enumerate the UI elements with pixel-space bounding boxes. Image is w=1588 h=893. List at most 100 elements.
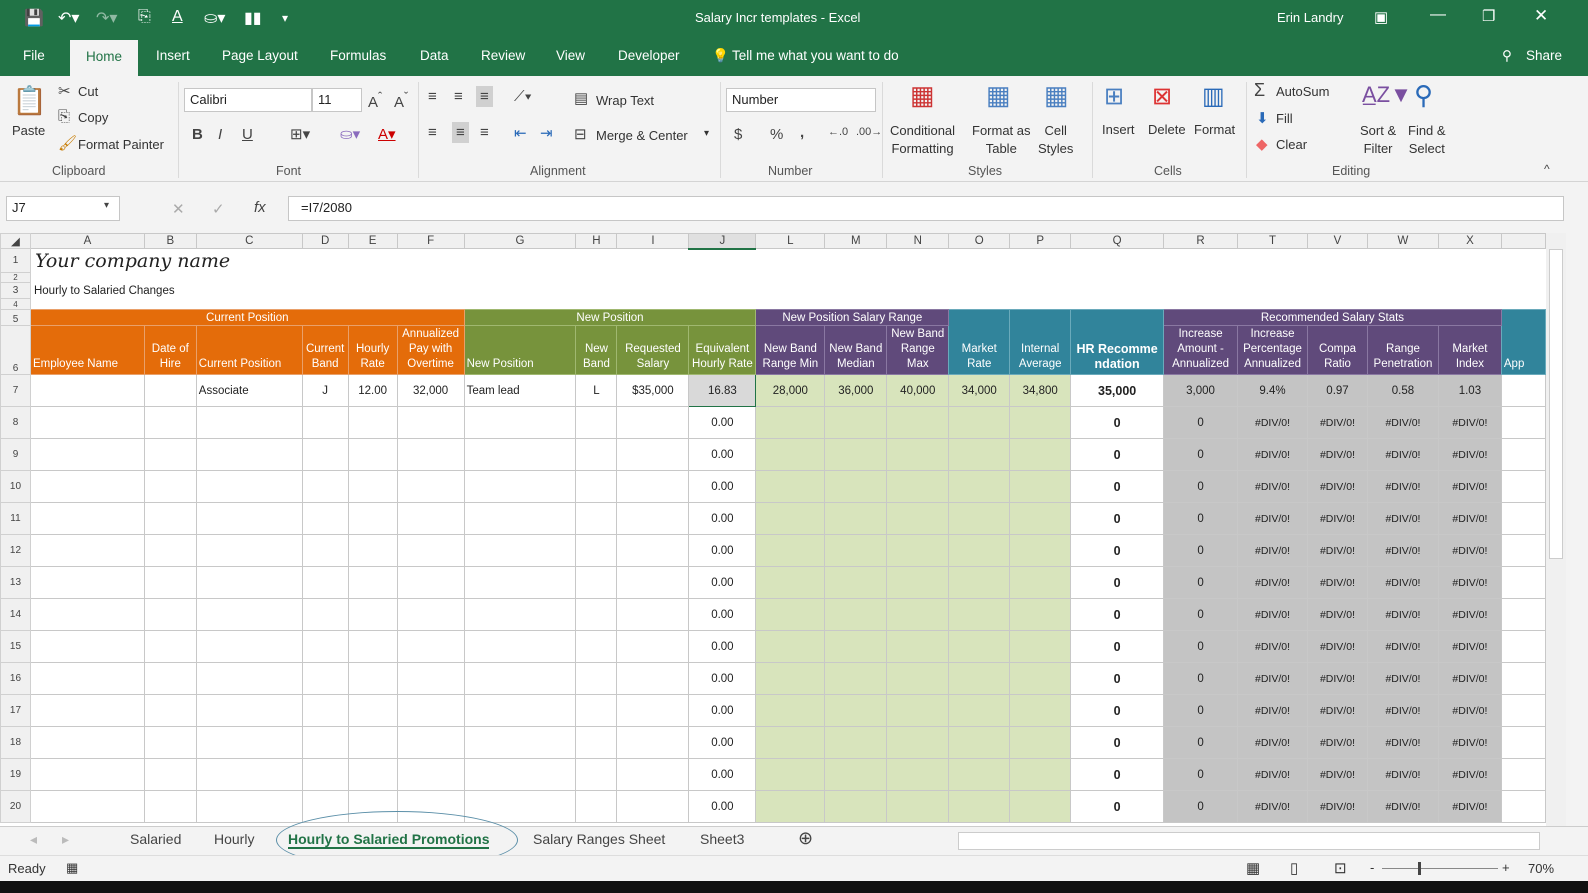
cell[interactable] [195,790,303,823]
cell[interactable] [301,694,349,727]
delete-cells-button[interactable]: Delete [1148,122,1186,137]
cell[interactable]: #DIV/0! [1307,694,1368,727]
cell[interactable] [616,502,690,535]
align-right-icon[interactable]: ≡ [480,124,489,141]
restore-icon[interactable]: ❐ [1482,7,1495,25]
cell[interactable] [886,726,950,759]
header-cell[interactable]: Equivalent Hourly Rate [688,325,757,375]
normal-view-icon[interactable]: ▦ [1246,859,1260,877]
insert-cells-button[interactable]: Insert [1102,122,1135,137]
cell[interactable]: 0.58 [1366,374,1439,407]
cell[interactable] [1009,790,1072,823]
underline-button[interactable]: U [242,126,253,143]
cell[interactable] [301,502,349,535]
cell[interactable]: #DIV/0! [1307,598,1368,631]
undo-icon[interactable]: ↶▾ [58,8,79,28]
cell[interactable] [886,406,950,439]
cell[interactable] [824,662,888,695]
cell[interactable]: 0 [1163,406,1239,439]
cell[interactable]: 40,000 [886,374,950,407]
cell[interactable] [463,694,577,727]
cell[interactable] [1500,630,1546,663]
cell[interactable]: #DIV/0! [1437,726,1502,759]
cell[interactable] [948,534,1011,567]
cell[interactable] [29,630,145,663]
column-header[interactable]: I [616,233,690,249]
font-size-select[interactable]: 11 [312,88,362,112]
column-header[interactable]: R [1163,233,1239,249]
cell[interactable] [347,502,398,535]
cell[interactable]: #DIV/0! [1366,662,1439,695]
cell[interactable] [301,534,349,567]
cell[interactable]: 0 [1070,566,1165,599]
align-middle-icon[interactable]: ≡ [454,88,463,105]
cell[interactable] [575,598,618,631]
cell[interactable]: 0 [1163,758,1239,791]
name-box-dropdown-icon[interactable]: ▾ [104,200,109,211]
cell[interactable]: 1.03 [1437,374,1502,407]
page-layout-view-icon[interactable]: ▯ [1290,859,1298,877]
cell[interactable] [886,502,950,535]
cell[interactable] [824,598,888,631]
cell[interactable]: #DIV/0! [1237,662,1309,695]
header-cell[interactable]: New Band Median [824,325,888,375]
cell[interactable]: #DIV/0! [1307,502,1368,535]
tab-page-layout[interactable]: Page Layout [222,48,298,63]
cell[interactable]: #DIV/0! [1437,758,1502,791]
column-header[interactable] [1500,233,1546,249]
row-header[interactable]: 5 [0,309,31,326]
cell[interactable]: 0 [1163,790,1239,823]
cell[interactable] [143,662,197,695]
cell[interactable]: 0 [1163,726,1239,759]
next-sheet-icon[interactable]: ▸ [62,831,69,848]
close-icon[interactable]: ✕ [1534,6,1548,26]
column-header[interactable]: N [886,233,950,249]
cell[interactable]: #DIV/0! [1366,470,1439,503]
sheet-subtitle[interactable]: Hourly to Salaried Changes [30,283,1545,299]
cell[interactable] [143,726,197,759]
cell[interactable]: #DIV/0! [1366,502,1439,535]
cell[interactable] [616,790,690,823]
cell[interactable] [301,598,349,631]
paste-button[interactable]: Paste [12,123,45,138]
cell[interactable]: #DIV/0! [1237,758,1309,791]
header-cell[interactable]: App [1500,309,1546,375]
row-header[interactable]: 11 [0,502,31,535]
cell[interactable]: 0 [1163,502,1239,535]
sheet-tab-hourly[interactable]: Hourly [214,831,254,847]
row-header[interactable]: 17 [0,694,31,727]
cell[interactable]: Associate [195,374,303,407]
cell[interactable] [886,694,950,727]
font-color-icon[interactable]: A▾ [378,125,396,143]
cell[interactable] [1009,758,1072,791]
cell[interactable] [463,790,577,823]
cell[interactable] [948,406,1011,439]
header-cell[interactable]: Increase Percentage Annualized [1237,325,1309,375]
cell[interactable]: 0 [1070,726,1165,759]
cell[interactable]: 0 [1070,630,1165,663]
cell[interactable]: #DIV/0! [1366,598,1439,631]
cell[interactable] [575,630,618,663]
cell[interactable] [347,566,398,599]
cell[interactable] [886,566,950,599]
column-header[interactable]: F [396,233,465,249]
decrease-decimal-icon[interactable]: .00→ [856,126,882,138]
tab-file[interactable]: File [23,48,45,63]
column-header[interactable]: J [688,233,757,250]
cell[interactable] [29,694,145,727]
row-header[interactable]: 19 [0,758,31,791]
cell[interactable] [948,758,1011,791]
column-icon[interactable]: ▮▮ [244,8,262,28]
cell[interactable] [463,758,577,791]
row-header[interactable]: 7 [0,374,31,407]
cell[interactable] [143,790,197,823]
cell[interactable]: #DIV/0! [1366,694,1439,727]
cell[interactable] [195,406,303,439]
cell[interactable] [347,694,398,727]
tell-me-search[interactable]: Tell me what you want to do [732,48,899,63]
cell[interactable] [1500,790,1546,823]
header-cell[interactable]: New Band Range Min [755,325,826,375]
cell[interactable]: 0 [1070,470,1165,503]
cell[interactable]: $35,000 [616,374,690,407]
cell[interactable]: #DIV/0! [1237,598,1309,631]
